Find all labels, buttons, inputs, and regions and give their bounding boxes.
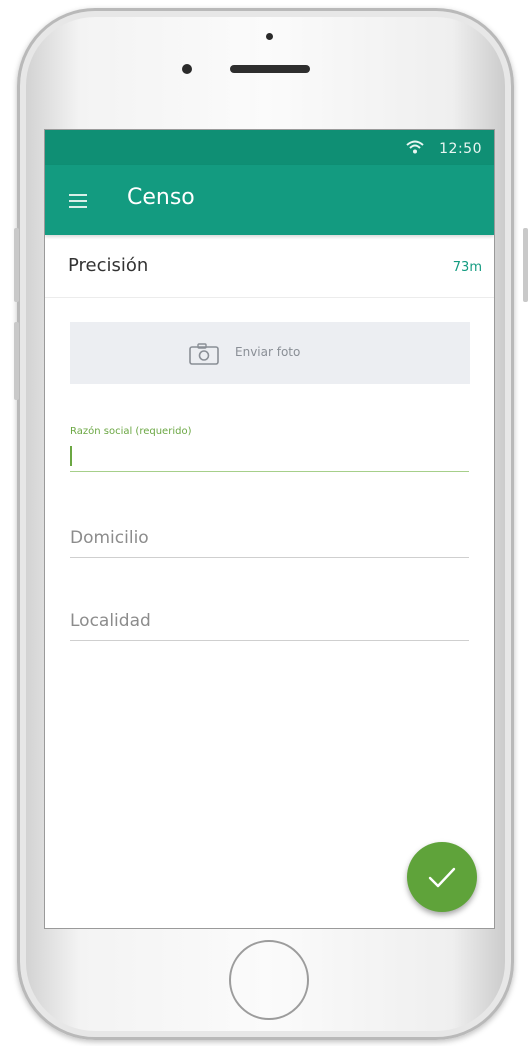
send-photo-label: Enviar foto — [235, 345, 301, 359]
camera-icon — [188, 342, 220, 370]
status-bar: 12:50 — [45, 130, 494, 165]
wifi-icon — [406, 140, 424, 158]
precision-value: 73m — [452, 260, 482, 275]
send-photo-button[interactable]: Enviar foto — [70, 322, 470, 384]
earpiece — [230, 65, 310, 73]
front-camera — [182, 64, 192, 74]
precision-row: Precisión 73m — [45, 235, 494, 298]
domicilio-underline — [70, 557, 469, 558]
volume-up-button — [14, 228, 19, 302]
phone-screen: 12:50 Censo Precisión 73m Enviar foto Ra… — [45, 130, 494, 928]
submit-fab-button[interactable] — [407, 842, 477, 912]
localidad-field[interactable]: Localidad — [70, 611, 469, 641]
domicilio-field[interactable]: Domicilio — [70, 528, 469, 558]
home-button[interactable] — [229, 940, 309, 1020]
menu-icon[interactable] — [69, 194, 87, 208]
razon-social-label: Razón social (requerido) — [70, 426, 192, 437]
domicilio-placeholder: Domicilio — [70, 528, 149, 548]
localidad-underline — [70, 640, 469, 641]
power-button — [523, 228, 528, 302]
check-icon — [428, 867, 456, 888]
volume-down-button — [14, 322, 19, 400]
razon-social-underline — [70, 471, 469, 472]
proximity-sensor — [266, 33, 273, 40]
precision-label: Precisión — [68, 255, 149, 276]
app-title: Censo — [127, 185, 195, 210]
razon-social-field[interactable]: Razón social (requerido) — [70, 426, 469, 472]
status-time: 12:50 — [439, 141, 482, 157]
localidad-placeholder: Localidad — [70, 611, 151, 631]
app-bar: Censo — [45, 165, 494, 235]
text-cursor — [70, 446, 72, 466]
